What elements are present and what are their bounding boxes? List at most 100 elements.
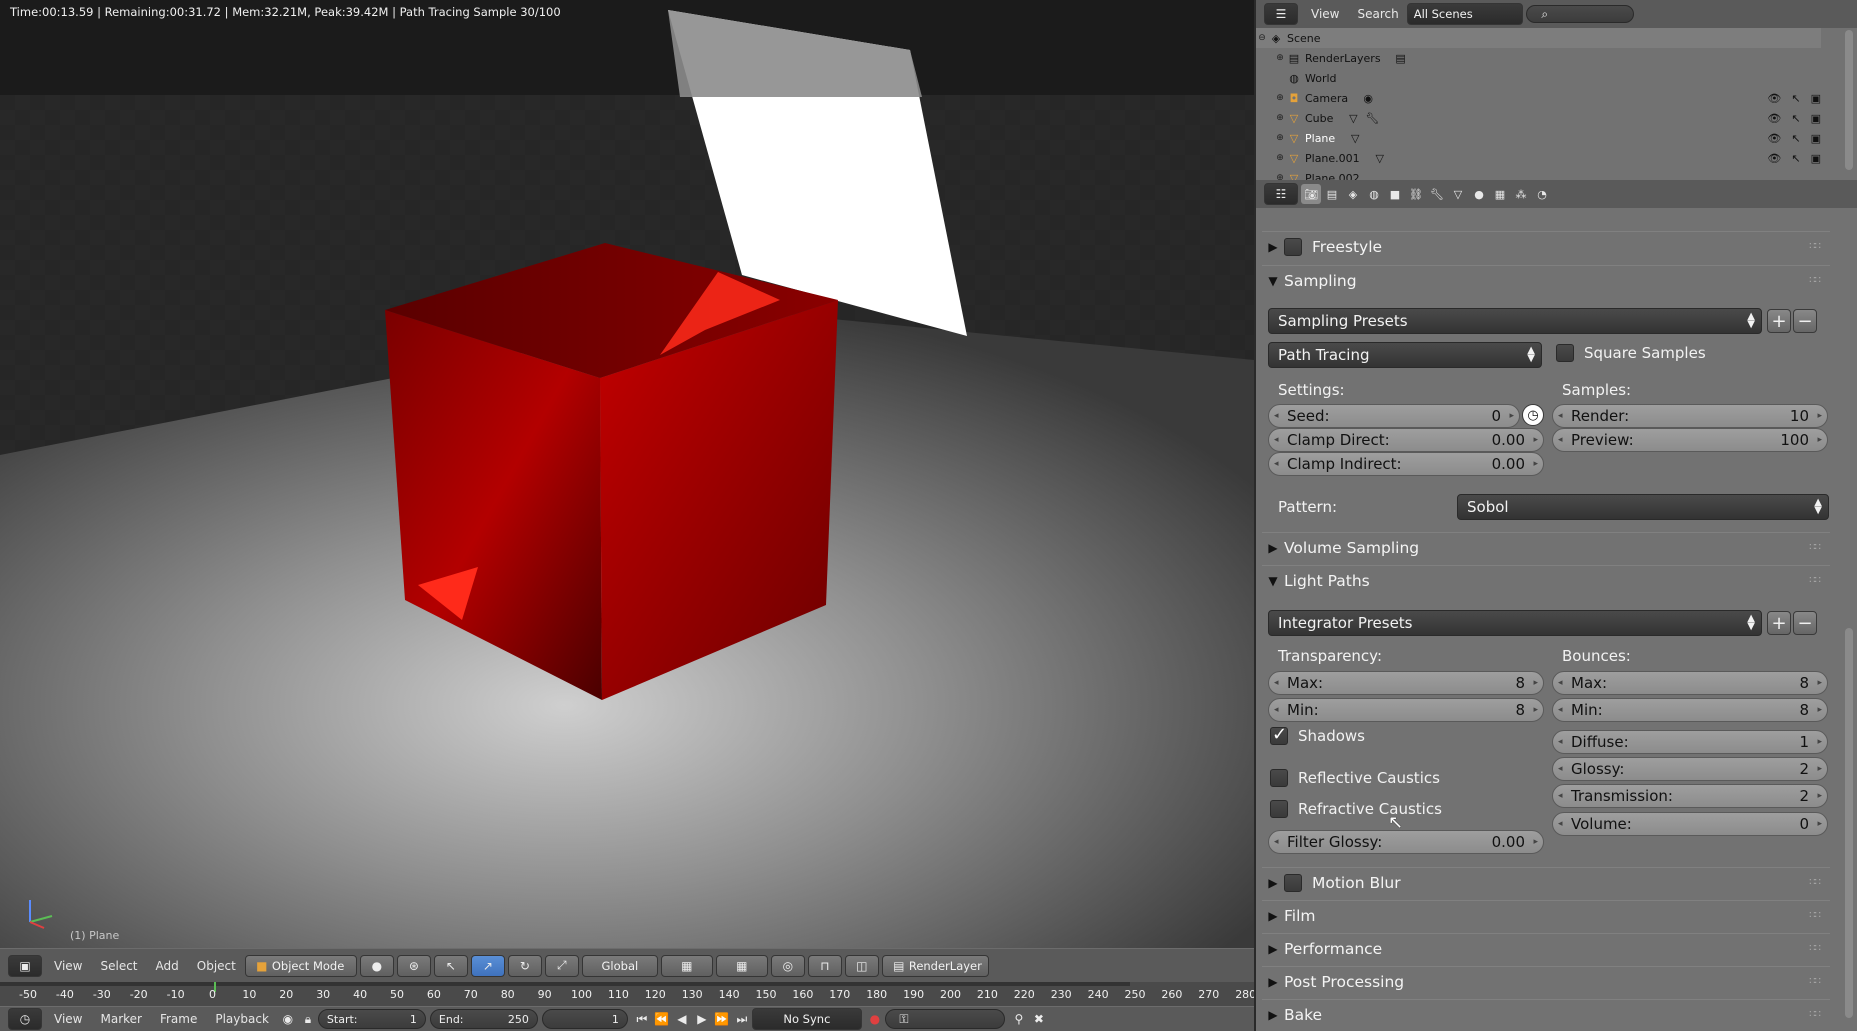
volume-bounces-field[interactable]: Volume: 0	[1552, 812, 1828, 836]
integrator-presets-menu[interactable]: Integrator Presets ▲ ▼	[1268, 610, 1762, 636]
transmission-bounces-field[interactable]: Transmission: 2	[1552, 784, 1828, 808]
expand-icon[interactable]: ⊕	[1274, 113, 1286, 123]
refractive-caustics-checkbox[interactable]	[1270, 800, 1288, 818]
outliner-menu-view[interactable]: View	[1311, 7, 1339, 21]
outliner-scrollbar[interactable]	[1845, 30, 1853, 170]
add-preset-button[interactable]: +	[1767, 309, 1791, 333]
remove-preset-button[interactable]: −	[1793, 309, 1817, 333]
expand-icon[interactable]: ⊕	[1274, 53, 1286, 63]
render-layer-select[interactable]: ▤ RenderLayer	[881, 954, 989, 977]
snap-button[interactable]: ⊓	[807, 954, 842, 977]
timeline-editor-type[interactable]: ◷	[8, 1008, 42, 1030]
tl-menu-view[interactable]: View	[54, 1012, 82, 1026]
motion-blur-checkbox[interactable]	[1284, 873, 1302, 892]
sampling-presets-menu[interactable]: Sampling Presets ▲ ▼	[1268, 308, 1762, 334]
particles-tab-icon[interactable]: ⁂	[1511, 184, 1531, 204]
prev-key-icon[interactable]: ⏪	[652, 1009, 672, 1029]
current-frame-field[interactable]: 1	[541, 1009, 628, 1029]
texture-tab-icon[interactable]: ▦	[1490, 184, 1510, 204]
tl-menu-marker[interactable]: Marker	[100, 1012, 141, 1026]
physics-tab-icon[interactable]: ◔	[1532, 184, 1552, 204]
outliner-row-scene[interactable]: ⊖ ◈ Scene	[1256, 28, 1821, 48]
panel-light-paths[interactable]: ▼ Light Paths ∷∷	[1262, 565, 1830, 595]
end-frame-field[interactable]: End: 250	[429, 1009, 538, 1029]
panel-bake[interactable]: ▶ Bake ∷∷	[1262, 999, 1830, 1029]
panel-performance[interactable]: ▶ Performance ∷∷	[1262, 933, 1830, 963]
square-samples-checkbox[interactable]	[1556, 344, 1574, 362]
data-tab-icon[interactable]: ▽	[1448, 184, 1468, 204]
lock-icon[interactable]: 🔒︎	[298, 1009, 318, 1029]
menu-view[interactable]: View	[54, 959, 82, 973]
outliner-row-plane002[interactable]: ⊕ ▽ Plane.002	[1256, 168, 1821, 181]
layers-grid-a[interactable]: ▦	[660, 954, 713, 977]
shadows-checkbox[interactable]	[1270, 724, 1288, 745]
panel-volume-sampling[interactable]: ▶ Volume Sampling ∷∷	[1262, 532, 1830, 562]
keying-set-field[interactable]: ⚿	[884, 1009, 1005, 1029]
clamp-indirect-field[interactable]: Clamp Indirect: 0.00	[1268, 452, 1544, 476]
translate-button[interactable]: ↗	[470, 954, 505, 977]
square-samples-toggle[interactable]: Square Samples	[1556, 344, 1706, 362]
drag-grip-icon[interactable]: ∷∷	[1809, 542, 1821, 553]
drag-grip-icon[interactable]: ∷∷	[1809, 910, 1821, 921]
scene-tab-icon[interactable]: ◈	[1343, 184, 1363, 204]
outliner-row-renderlayers[interactable]: ⊕ ▤ RenderLayers ▤	[1256, 48, 1821, 68]
outliner-menu-search[interactable]: Search	[1357, 7, 1398, 21]
outliner-row-camera[interactable]: ⊕ ◘ Camera ◉ 👁︎ ↖ ▣	[1256, 88, 1821, 108]
preview-samples-field[interactable]: Preview: 100	[1552, 428, 1828, 452]
pattern-menu[interactable]: Sobol ▲ ▼	[1457, 494, 1829, 520]
rotate-button[interactable]: ↻	[507, 954, 542, 977]
transparency-max-field[interactable]: Max: 8	[1268, 671, 1544, 695]
expand-icon[interactable]: ⊕	[1274, 93, 1286, 103]
outliner-search-input[interactable]: ⌕	[1525, 5, 1634, 23]
panel-sampling[interactable]: ▼ Sampling ∷∷	[1262, 265, 1830, 295]
properties-panel[interactable]: ▶ Freestyle ∷∷ ▼ Sampling ∷∷ Sampling Pr…	[1256, 208, 1857, 1031]
panel-freestyle[interactable]: ▶ Freestyle ∷∷	[1262, 231, 1830, 261]
drag-grip-icon[interactable]: ∷∷	[1809, 943, 1821, 954]
remove-integrator-preset-button[interactable]: −	[1793, 611, 1817, 635]
outliner[interactable]: ⊖ ◈ Scene ⊕ ▤ RenderLayers ▤ ◍ World ⊕ ◘…	[1256, 28, 1857, 180]
visibility-toggles[interactable]: 👁︎ ↖ ▣	[1767, 112, 1821, 125]
outliner-row-cube[interactable]: ⊕ ▽ Cube ▽ 🔧︎ 👁︎ ↖ ▣	[1256, 108, 1821, 128]
freestyle-checkbox[interactable]	[1284, 237, 1302, 256]
record-icon[interactable]: ●	[865, 1009, 885, 1029]
animated-seed-button[interactable]: ◷	[1522, 404, 1544, 426]
scale-button[interactable]: ⤢	[544, 954, 579, 977]
editor-type-button[interactable]: ▣	[8, 954, 42, 977]
diffuse-bounces-field[interactable]: Diffuse: 1	[1552, 730, 1828, 754]
proportional-button[interactable]: ◎	[770, 954, 805, 977]
world-tab-icon[interactable]: ◍	[1364, 184, 1384, 204]
play-reverse-icon[interactable]: ◀	[672, 1009, 692, 1029]
integrator-menu[interactable]: Path Tracing ▲ ▼	[1268, 342, 1542, 368]
3d-viewport[interactable]: Time:00:13.59 | Remaining:00:31.72 | Mem…	[0, 0, 1254, 948]
bounces-max-field[interactable]: Max: 8	[1552, 671, 1828, 695]
filter-glossy-field[interactable]: Filter Glossy: 0.00	[1268, 830, 1544, 854]
drag-grip-icon[interactable]: ∷∷	[1809, 275, 1821, 286]
next-key-icon[interactable]: ⏩	[712, 1009, 732, 1029]
panel-post-processing[interactable]: ▶ Post Processing ∷∷	[1262, 966, 1830, 996]
orientation-select[interactable]: Global	[581, 954, 658, 977]
seed-field[interactable]: Seed: 0	[1268, 404, 1520, 428]
timeline-scrubbar[interactable]	[0, 982, 1130, 986]
expand-icon[interactable]: ⊕	[1274, 133, 1286, 143]
pivot-button[interactable]: ⊛	[396, 954, 431, 977]
refractive-caustics-toggle[interactable]: Refractive Caustics	[1270, 800, 1442, 818]
tl-menu-playback[interactable]: Playback	[215, 1012, 269, 1026]
delete-key-icon[interactable]: ✖	[1029, 1009, 1049, 1029]
drag-grip-icon[interactable]: ∷∷	[1809, 877, 1821, 888]
menu-object[interactable]: Object	[197, 959, 236, 973]
panel-film[interactable]: ▶ Film ∷∷	[1262, 900, 1830, 930]
constraints-tab-icon[interactable]: ⛓︎	[1406, 184, 1426, 204]
menu-select[interactable]: Select	[100, 959, 137, 973]
layers-grid-b[interactable]: ▦	[715, 954, 768, 977]
collapse-icon[interactable]: ⊖	[1256, 33, 1268, 43]
drag-grip-icon[interactable]: ∷∷	[1809, 575, 1821, 586]
expand-icon[interactable]: ⊕	[1274, 153, 1286, 163]
jump-end-icon[interactable]: ⏭	[732, 1009, 752, 1029]
object-tab-icon[interactable]: ■	[1385, 184, 1405, 204]
panel-motion-blur[interactable]: ▶ Motion Blur ∷∷	[1262, 867, 1830, 897]
render-button[interactable]: ◫	[844, 954, 879, 977]
play-icon[interactable]: ▶	[692, 1009, 712, 1029]
timeline[interactable]: -50 -40 -30 -20 -10 0 10 20 30 40 50 60 70 80 90 100 110…	[0, 982, 1256, 1006]
clamp-direct-field[interactable]: Clamp Direct: 0.00	[1268, 428, 1544, 452]
drag-grip-icon[interactable]: ∷∷	[1809, 1009, 1821, 1020]
